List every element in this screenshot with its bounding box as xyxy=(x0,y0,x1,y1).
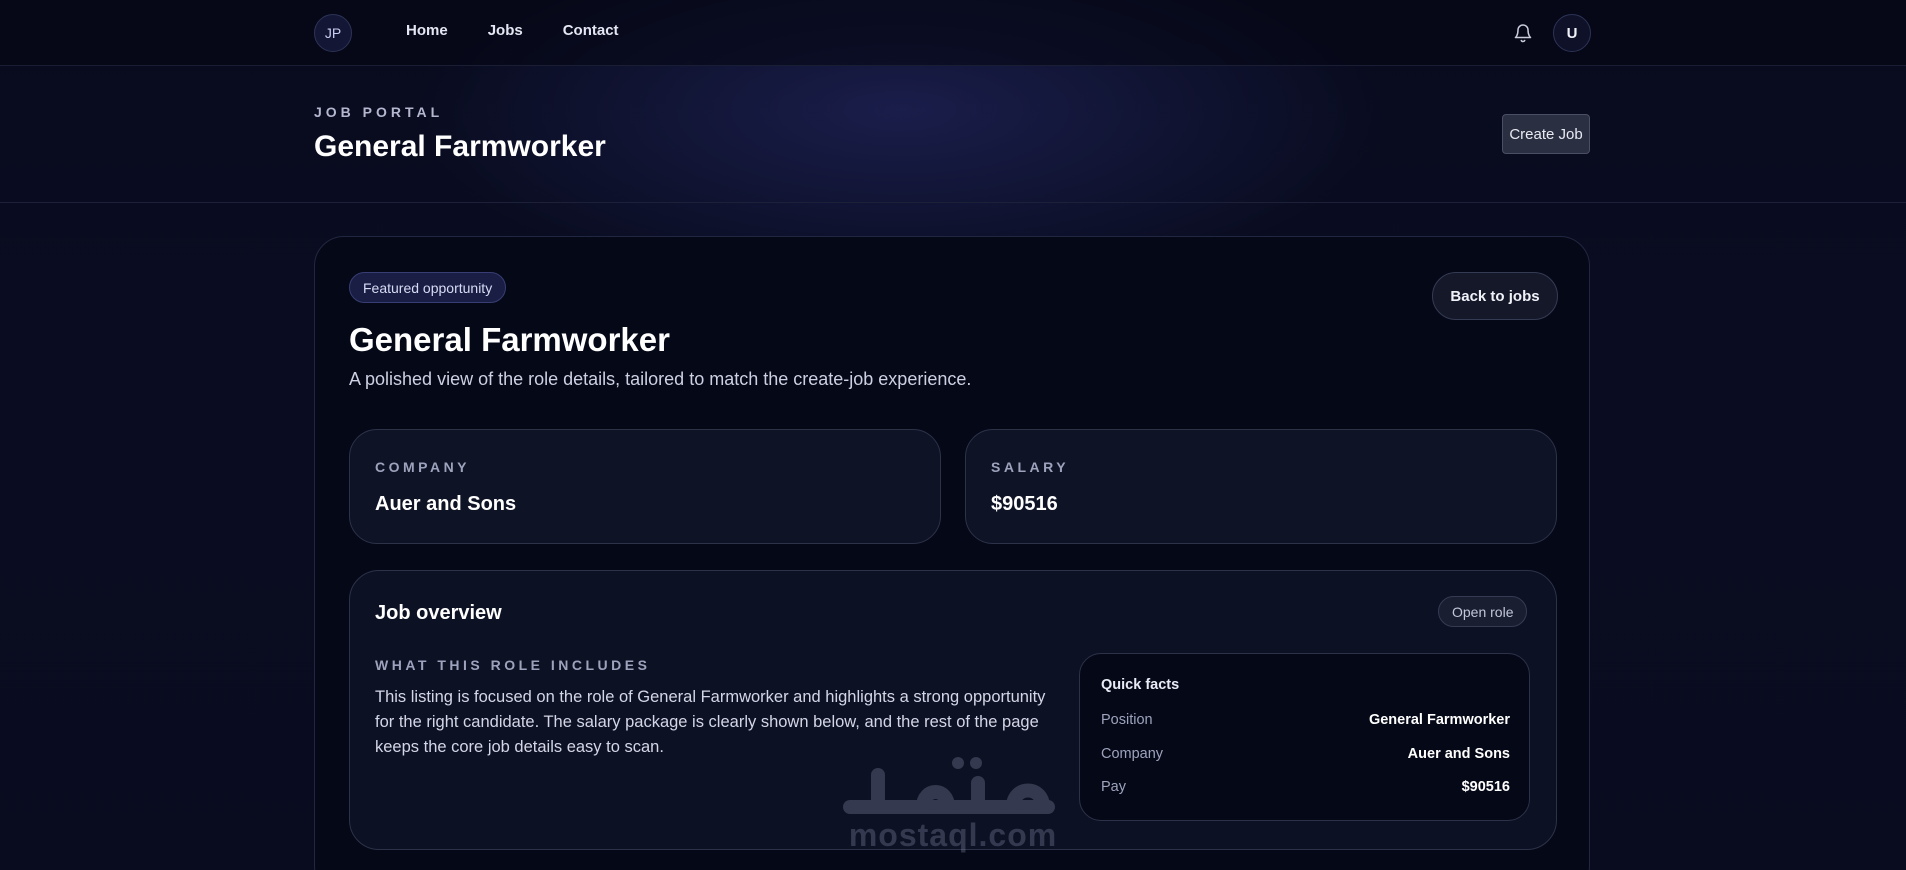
overview-eyebrow: WHAT THIS ROLE INCLUDES xyxy=(375,657,651,673)
user-avatar[interactable]: U xyxy=(1553,14,1591,52)
featured-badge: Featured opportunity xyxy=(349,272,507,303)
company-stat-card: COMPANY Auer and Sons xyxy=(349,429,941,544)
fact-value: $90516 xyxy=(1461,779,1510,795)
fact-row-company: Company Auer and Sons xyxy=(1101,744,1510,764)
logo-avatar[interactable]: JP xyxy=(314,14,352,52)
quick-facts-title: Quick facts xyxy=(1101,677,1180,693)
page-title: General Farmworker xyxy=(314,130,606,163)
fact-key: Company xyxy=(1101,746,1164,762)
overview-title: Job overview xyxy=(375,602,502,624)
quick-facts-card: Quick facts Position General Farmworker … xyxy=(1079,653,1530,821)
fact-value: Auer and Sons xyxy=(1407,746,1510,762)
job-title: General Farmworker xyxy=(349,321,670,358)
fact-key: Position xyxy=(1101,712,1153,728)
nav-link-jobs[interactable]: Jobs xyxy=(488,22,523,39)
nav-link-home[interactable]: Home xyxy=(406,22,448,39)
salary-stat-card: SALARY $90516 xyxy=(965,429,1557,544)
watermark-text: mostaql.com xyxy=(848,817,1058,853)
company-value: Auer and Sons xyxy=(375,493,517,515)
back-to-jobs-button[interactable]: Back to jobs xyxy=(1432,272,1558,320)
header-eyebrow: JOB PORTAL xyxy=(314,104,444,120)
bell-icon[interactable] xyxy=(1510,20,1536,46)
page-header: JOB PORTAL General Farmworker Create Job xyxy=(0,66,1906,203)
top-navbar: JP Home Jobs Contact U xyxy=(0,0,1906,66)
fact-row-position: Position General Farmworker xyxy=(1101,710,1510,730)
company-label: COMPANY xyxy=(375,459,471,475)
watermark-logo-icon xyxy=(843,757,1055,814)
salary-value: $90516 xyxy=(991,493,1058,515)
fact-key: Pay xyxy=(1101,779,1126,795)
watermark: mostaql.com xyxy=(838,745,1068,855)
fact-row-pay: Pay $90516 xyxy=(1101,777,1510,797)
salary-label: SALARY xyxy=(991,459,1070,475)
create-job-button[interactable]: Create Job xyxy=(1502,114,1590,154)
job-subtitle: A polished view of the role details, tai… xyxy=(349,369,972,389)
nav-link-contact[interactable]: Contact xyxy=(563,22,619,39)
nav-links: Home Jobs Contact xyxy=(406,22,619,39)
open-role-badge: Open role xyxy=(1438,596,1528,627)
fact-value: General Farmworker xyxy=(1368,712,1510,728)
